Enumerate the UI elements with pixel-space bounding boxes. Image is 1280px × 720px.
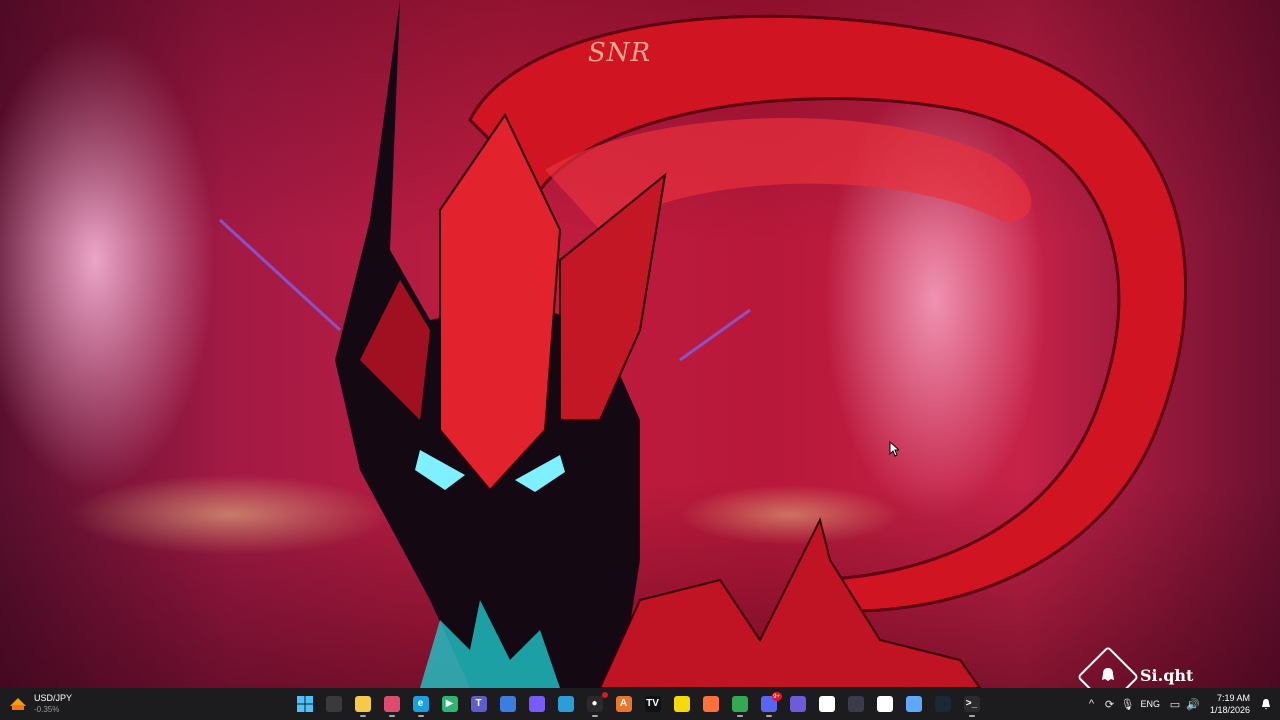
notification-bell-icon[interactable] xyxy=(1256,688,1276,720)
tradingview-icon: TV xyxy=(644,696,661,712)
widget-currency-pair: USD/JPY xyxy=(34,693,73,703)
whiteboard-app[interactable] xyxy=(555,691,577,717)
wallpaper-art xyxy=(218,0,1187,688)
obs-app[interactable]: ● xyxy=(584,691,608,717)
play-store-app[interactable]: ▶ xyxy=(439,691,461,717)
mail-app[interactable] xyxy=(816,691,838,717)
media-icon xyxy=(876,696,893,712)
teams-icon: T xyxy=(470,696,487,712)
mail-icon xyxy=(818,696,835,712)
running-indicator xyxy=(388,715,395,717)
notification-badge: 9+ xyxy=(771,692,782,701)
discord-app[interactable]: 9+ xyxy=(758,691,782,717)
start-icon xyxy=(296,696,313,712)
microphone-icon[interactable]: 🎙 xyxy=(1118,688,1136,720)
sight-brand-text: Si.qht xyxy=(1140,666,1194,685)
edge-app[interactable]: e xyxy=(410,691,432,717)
firefox-app[interactable] xyxy=(700,691,722,717)
terminal-app[interactable]: >_ xyxy=(961,691,983,717)
running-indicator xyxy=(359,715,366,717)
sticky-notes-app[interactable] xyxy=(671,691,693,717)
copilot-app[interactable] xyxy=(526,691,548,717)
start-button[interactable] xyxy=(294,691,316,717)
chrome-app[interactable] xyxy=(729,691,751,717)
taskbar-apps: e ▶ T ● A TV 9+ >_ xyxy=(290,691,986,717)
calculator-app[interactable] xyxy=(845,691,867,717)
widget-change-percent: -0.35% xyxy=(34,705,60,714)
currency-exchange-icon xyxy=(10,698,26,710)
play-store-icon: ▶ xyxy=(441,696,458,712)
running-indicator xyxy=(968,715,975,717)
terminal-icon: >_ xyxy=(963,696,980,712)
copilot-icon xyxy=(528,696,545,712)
firefox-icon xyxy=(702,696,719,712)
wallpaper-watermark: SNR xyxy=(588,38,652,68)
desktop-wallpaper: SNR Si.qht xyxy=(0,0,1280,688)
clock-time: 7:19 AM xyxy=(1216,693,1250,703)
snipping-app[interactable] xyxy=(381,691,403,717)
running-indicator xyxy=(736,715,743,717)
running-indicator xyxy=(591,715,598,717)
file-explorer-app[interactable] xyxy=(352,691,374,717)
affinity-app[interactable]: A xyxy=(613,691,635,717)
snipping-icon xyxy=(383,696,400,712)
affinity-icon: A xyxy=(615,696,632,712)
clock-date: 1/18/2026 xyxy=(1209,705,1250,715)
running-indicator xyxy=(765,715,772,717)
gamepad-app[interactable] xyxy=(787,691,809,717)
ghost-icon xyxy=(1102,668,1114,681)
microsoft-store-icon xyxy=(499,696,516,712)
volume-icon[interactable]: 🔊 xyxy=(1184,688,1202,720)
currency-widget[interactable]: USD/JPY -0.35% xyxy=(8,692,72,716)
vpn-app[interactable] xyxy=(903,691,925,717)
clock[interactable]: 7:19 AM 1/18/2026 xyxy=(1210,692,1250,716)
task-view-button[interactable] xyxy=(323,691,345,717)
running-indicator xyxy=(417,715,424,717)
whiteboard-icon xyxy=(557,696,574,712)
edge-icon: e xyxy=(412,696,429,712)
display-icon[interactable]: ▭ xyxy=(1166,688,1184,720)
obs-icon: ● xyxy=(586,696,603,712)
calculator-icon xyxy=(847,696,864,712)
language-indicator[interactable]: ENG xyxy=(1140,699,1160,709)
chevron-up-icon[interactable]: ^ xyxy=(1082,688,1100,720)
vpn-icon xyxy=(905,696,922,712)
steam-icon xyxy=(934,696,951,712)
task-view-icon xyxy=(325,696,342,712)
network-sync-icon[interactable]: ⟳ xyxy=(1100,688,1118,720)
taskbar: USD/JPY -0.35% e ▶ T ● A TV 9+ >_ ^ ⟳ 🎙 ENG ▭ 🔊… xyxy=(0,688,1280,720)
file-explorer-icon xyxy=(354,696,371,712)
teams-app[interactable]: T xyxy=(468,691,490,717)
notification-dot xyxy=(601,692,608,698)
system-tray: ^ ⟳ 🎙 ENG ▭ 🔊 7:19 AM 1/18/2026 xyxy=(1082,688,1280,720)
tradingview-app[interactable]: TV xyxy=(642,691,664,717)
chrome-icon xyxy=(731,696,748,712)
microsoft-store-app[interactable] xyxy=(497,691,519,717)
mouse-pointer-icon xyxy=(889,441,899,457)
media-app[interactable] xyxy=(874,691,896,717)
steam-app[interactable] xyxy=(932,691,954,717)
gamepad-icon xyxy=(789,696,806,712)
sticky-notes-icon xyxy=(673,696,690,712)
